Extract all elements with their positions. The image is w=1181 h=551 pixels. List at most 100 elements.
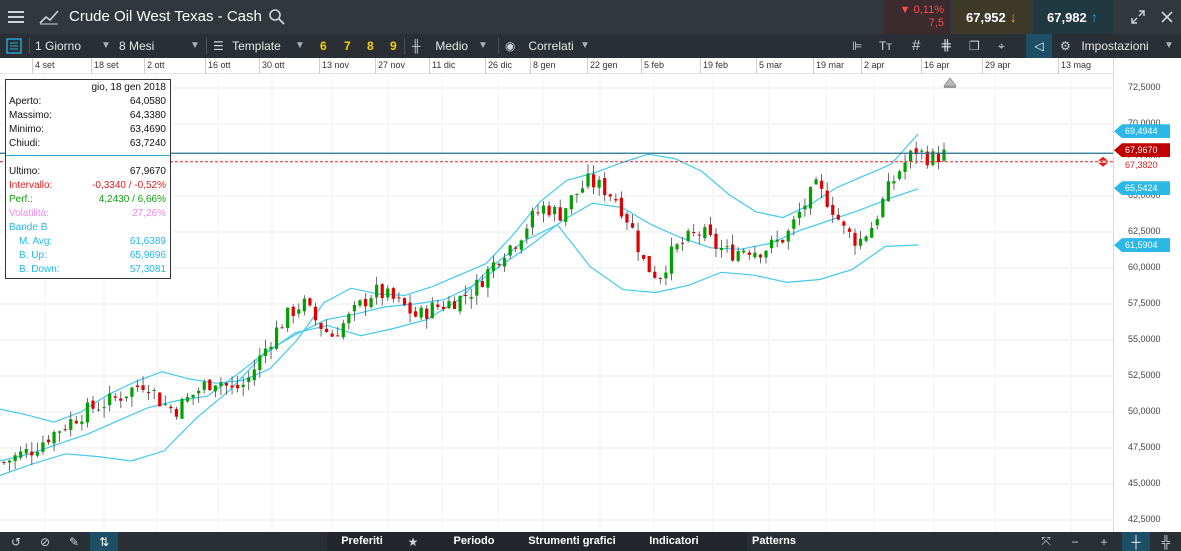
candle-body: [714, 233, 718, 249]
date-tick-label: 27 nov: [378, 60, 406, 70]
candle-body: [24, 448, 28, 454]
favorites-button[interactable]: Preferiti: [327, 532, 397, 551]
price-tick-label: 50,0000: [1128, 406, 1161, 416]
candle-body: [96, 409, 101, 411]
candle-body: [847, 228, 852, 232]
period-button[interactable]: Periodo: [437, 532, 511, 551]
candle-body: [731, 244, 735, 261]
candle-body: [397, 297, 401, 299]
candle-body: [163, 404, 167, 406]
expand-icon[interactable]: [1124, 0, 1152, 34]
candle-body: [842, 221, 846, 226]
candle-body: [686, 230, 690, 241]
cross-icon[interactable]: ╬: [1152, 532, 1180, 551]
preset-6-button[interactable]: 6: [320, 34, 327, 58]
info-bands-title: Bande B: [9, 221, 169, 234]
template-dropdown[interactable]: ☰ Template ▼: [213, 34, 307, 58]
candle-body: [263, 348, 268, 356]
candle-body: [575, 193, 579, 195]
candle-body: [486, 269, 490, 288]
candle-body: [836, 214, 840, 220]
crosshair-grid-icon[interactable]: ⋕: [940, 34, 958, 58]
candle-body: [363, 299, 368, 307]
date-tick-label: 2 ott: [147, 60, 165, 70]
preset-8-button[interactable]: 8: [367, 34, 374, 58]
pencil-icon[interactable]: ✎: [60, 532, 88, 551]
date-tick: [921, 58, 922, 74]
candle-body: [870, 227, 874, 238]
disable-icon[interactable]: ⊘: [31, 532, 59, 551]
zoom-out-icon[interactable]: −: [1061, 532, 1089, 551]
candle-body: [102, 407, 106, 409]
list-icon[interactable]: [6, 34, 24, 58]
candle-body: [391, 288, 395, 299]
menu-icon[interactable]: [0, 0, 32, 34]
drawing-tools-button[interactable]: Strumenti grafici: [527, 532, 617, 551]
toolbar-divider: [29, 38, 30, 54]
fit-icon[interactable]: ⤧: [1032, 532, 1060, 551]
candle-body: [803, 205, 807, 210]
candle-body: [336, 335, 340, 337]
scale-toggle-icon[interactable]: ⇅: [90, 532, 118, 551]
info-row-open: Aperto: 64,0580: [9, 95, 169, 108]
candle-body: [402, 298, 407, 305]
date-axis: 4 set 18 set 2 ott 16 ott 30 ott 13 nov 27 nov…: [0, 58, 1113, 74]
template-label: Template: [232, 39, 281, 53]
close-icon[interactable]: [1153, 0, 1181, 34]
price-tag-toggle[interactable]: ◁: [1026, 34, 1052, 58]
preset-7-button[interactable]: 7: [344, 34, 351, 58]
title-bar: Crude Oil West Texas - Cash ▼ 0,11% 7,5 …: [0, 0, 1181, 34]
candle-body: [91, 400, 95, 409]
candle-body: [942, 149, 946, 161]
crosshair-mode-icon[interactable]: ┼: [1122, 532, 1150, 551]
chart-type-dropdown[interactable]: ╫ Medio ▼: [412, 34, 494, 58]
candle-body: [892, 181, 896, 184]
candle-body: [369, 298, 373, 308]
text-size-icon[interactable]: Tт: [879, 34, 901, 58]
candle-body: [452, 301, 457, 309]
preset-9-button[interactable]: 9: [390, 34, 397, 58]
chevron-down-icon: ▼: [478, 40, 488, 51]
scroll-end-icon: [943, 77, 957, 87]
price-axis[interactable]: 72,500070,000067,500065,000062,500060,00…: [1113, 58, 1181, 532]
info-date-row: gio, 18 gen 2018: [9, 81, 169, 94]
zoom-in-icon[interactable]: +: [1090, 532, 1118, 551]
candle-body: [530, 210, 535, 228]
date-tick-label: 16 ott: [208, 60, 231, 70]
candle-body: [408, 302, 412, 314]
star-icon[interactable]: ★: [399, 532, 427, 551]
sell-price-button[interactable]: 67,952 ↓: [952, 0, 1032, 34]
candle-body: [291, 306, 295, 316]
candle-body: [308, 298, 312, 306]
chart-toolbar: 1 Giorno ▼ 8 Mesi ▼ ☰ Template ▼ 6 7 8 9…: [0, 34, 1181, 58]
info-divider: [6, 155, 170, 156]
layers-icon[interactable]: ❐: [969, 34, 987, 58]
interval-dropdown[interactable]: 1 Giorno ▼: [35, 34, 113, 58]
chart-type-icon[interactable]: [34, 0, 64, 34]
indicators-button[interactable]: Indicatori: [637, 532, 711, 551]
buy-price-button[interactable]: 67,982 ↑: [1033, 0, 1113, 34]
candle-body: [347, 313, 351, 324]
grid-icon[interactable]: #: [912, 34, 930, 58]
related-dropdown[interactable]: ◉ Correlati ▼: [505, 34, 595, 58]
candle-body: [247, 377, 251, 382]
candle-body: [525, 228, 529, 239]
gear-icon: ⚙: [1060, 39, 1071, 53]
tag-icon: ◁: [1034, 39, 1044, 53]
candle-body: [775, 239, 779, 242]
search-icon[interactable]: [268, 8, 286, 26]
settings-dropdown[interactable]: ⚙ Impostazioni ▼: [1060, 34, 1178, 58]
candle-body: [174, 409, 179, 417]
candle-body: [230, 385, 234, 388]
ruler-icon[interactable]: ⊫: [852, 34, 870, 58]
candle-body: [669, 246, 674, 274]
candle-body: [825, 190, 829, 207]
info-key: Bande B: [9, 222, 48, 233]
info-key: Perf.:: [9, 194, 33, 205]
alert-up-icon: [1098, 156, 1108, 161]
candle-body: [386, 288, 390, 298]
undo-icon[interactable]: ↺: [2, 532, 30, 551]
crosshair-icon[interactable]: ⌖: [998, 34, 1018, 58]
range-dropdown[interactable]: 8 Mesi ▼: [119, 34, 201, 58]
patterns-button[interactable]: Patterns: [737, 532, 811, 551]
